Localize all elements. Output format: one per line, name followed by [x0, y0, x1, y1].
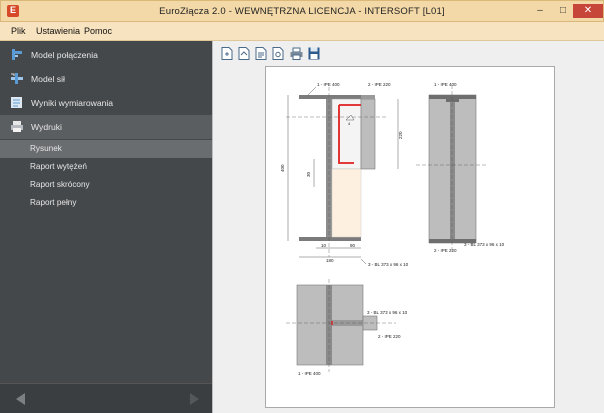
menu-ustawienia[interactable]: Ustawienia	[36, 26, 80, 36]
main-area: 400 30 220 10 90 180 1 - IPE 400 2 - IPE…	[212, 41, 604, 413]
sidebar-item-label: Wydruki	[31, 122, 62, 132]
minimize-button[interactable]: –	[531, 4, 549, 18]
label-ipe220-side: 2 - IPE 220	[434, 248, 457, 253]
label-plate: 3 - BL 373 x 96 x 10	[368, 262, 409, 267]
sidebar: Model połączenia Model sił Wyniki wymiar…	[0, 41, 212, 413]
sidebar-item-model-polaczenia[interactable]: Model połączenia	[0, 43, 212, 67]
drawing-page: 400 30 220 10 90 180 1 - IPE 400 2 - IPE…	[265, 66, 555, 408]
sidebar-item-model-sil[interactable]: Model sił	[0, 67, 212, 91]
window-title: EuroZłącza 2.0 - WEWNĘTRZNA LICENCJA - I…	[159, 6, 445, 17]
subitem-label: Raport skrócony	[30, 180, 90, 189]
subitem-label: Rysunek	[30, 144, 62, 153]
back-arrow-icon[interactable]	[16, 393, 25, 405]
connection-model-icon	[12, 49, 22, 60]
sidebar-item-label: Model połączenia	[31, 50, 98, 60]
new-document-icon[interactable]	[221, 47, 233, 60]
dim-180: 180	[326, 258, 334, 263]
subitem-label: Raport pełny	[30, 198, 77, 207]
maximize-button[interactable]: □	[554, 4, 572, 18]
label-ipe220-top: 2 - IPE 220	[378, 334, 401, 339]
dim-30: 30	[306, 171, 311, 177]
open-document-icon[interactable]	[238, 47, 250, 60]
dim-10: 10	[321, 243, 327, 248]
save-icon[interactable]	[308, 47, 320, 60]
subitem-raport-pelny[interactable]: Raport pełny	[0, 194, 212, 212]
dim-90: 90	[350, 243, 356, 248]
sidebar-item-label: Wyniki wymiarowania	[31, 98, 114, 108]
printer-icon	[11, 121, 23, 132]
label-ipe400-top: 1 - IPE 400	[298, 371, 321, 376]
results-icon	[11, 97, 22, 108]
beam-section	[360, 98, 376, 170]
menu-pomoc[interactable]: Pomoc	[84, 26, 112, 36]
label-ipe400-side: 1 - IPE 400	[434, 82, 457, 87]
print-preview-icon[interactable]	[272, 47, 284, 60]
print-icon[interactable]	[290, 47, 303, 60]
label-ipe220: 2 - IPE 220	[368, 82, 391, 87]
label-plate-side: 3 - BL 373 x 96 x 10	[464, 242, 505, 247]
sidebar-item-wydruki[interactable]: Wydruki	[0, 115, 212, 139]
toolbar	[213, 41, 604, 65]
stiffener-area	[331, 168, 362, 238]
document-text-icon[interactable]	[255, 47, 267, 60]
forces-model-icon	[11, 73, 23, 84]
label-ipe400: 1 - IPE 400	[317, 82, 340, 87]
sidebar-footer	[0, 383, 212, 413]
title-bar: EuroZłącza 2.0 - WEWNĘTRZNA LICENCJA - I…	[0, 0, 604, 22]
subitem-rysunek[interactable]: Rysunek	[0, 140, 212, 158]
subitem-label: Raport wytężeń	[30, 162, 87, 171]
dim-400: 400	[280, 164, 285, 172]
connection-drawing: 400 30 220 10 90 180 1 - IPE 400 2 - IPE…	[280, 82, 505, 376]
column-bottom-flange	[299, 237, 361, 241]
menu-bar: Plik Ustawienia Pomoc	[0, 22, 604, 41]
subitem-raport-wytezen[interactable]: Raport wytężeń	[0, 158, 212, 176]
forward-arrow-icon[interactable]	[190, 393, 199, 405]
menu-plik[interactable]: Plik	[11, 26, 26, 36]
sidebar-item-label: Model sił	[31, 74, 65, 84]
column-top-flange	[299, 95, 361, 99]
dim-220: 220	[398, 131, 403, 139]
label-plate-top: 3 - BL 373 x 96 x 10	[367, 310, 408, 315]
sidebar-item-wyniki[interactable]: Wyniki wymiarowania	[0, 91, 212, 115]
subitem-raport-skrocony[interactable]: Raport skrócony	[0, 176, 212, 194]
close-button[interactable]: ✕	[573, 4, 603, 18]
